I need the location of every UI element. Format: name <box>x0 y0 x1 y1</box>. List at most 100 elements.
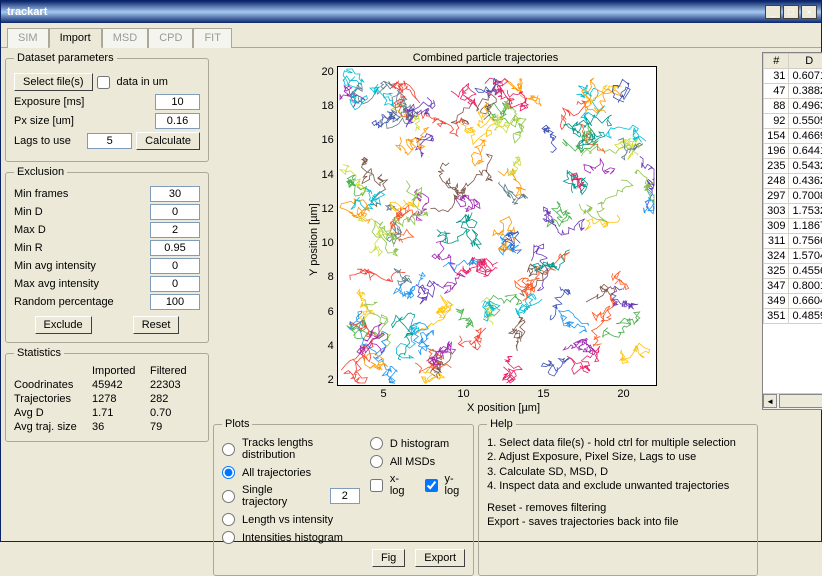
help-line-1: 1. Select data file(s) - hold ctrl for m… <box>487 436 749 450</box>
data-in-um-label: data in um <box>117 76 168 88</box>
exposure-input[interactable] <box>155 94 200 110</box>
help-line-6: Export - saves trajectories back into fi… <box>487 515 749 529</box>
tab-fit[interactable]: FIT <box>193 28 232 48</box>
radio-dhist[interactable] <box>370 437 383 450</box>
tab-sim[interactable]: SIM <box>7 28 49 48</box>
scroll-left-icon[interactable]: ◄ <box>763 394 777 408</box>
dataset-parameters: Dataset parameters Select file(s) data i… <box>5 52 209 162</box>
xlog-checkbox[interactable] <box>370 479 383 492</box>
excl-input-1[interactable] <box>150 204 200 220</box>
label-dhist: D histogram <box>390 438 449 450</box>
table-row[interactable]: 3490.66040.9985123 <box>764 294 822 309</box>
excl-label-6: Random percentage <box>14 296 146 308</box>
table-row[interactable]: 920.55050.9990123 <box>764 114 822 129</box>
scroll-thumb-h[interactable] <box>779 394 822 408</box>
ylog-checkbox[interactable] <box>425 479 438 492</box>
plot-area: Combined particle trajectories Y positio… <box>213 52 758 414</box>
table-row[interactable]: 3031.75320.974546 <box>764 204 822 219</box>
excl-input-3[interactable] <box>150 240 200 256</box>
label-length: Length vs intensity <box>242 514 333 526</box>
table-row[interactable]: 1540.46690.998161 <box>764 129 822 144</box>
help-line-3: 3. Calculate SD, MSD, D <box>487 465 749 479</box>
y-axis-label: Y position [µm] <box>308 66 320 414</box>
table-row[interactable]: 3110.75660.999940 <box>764 234 822 249</box>
reset-button[interactable]: Reset <box>133 316 180 334</box>
help-panel: Help 1. Select data file(s) - hold ctrl … <box>478 418 758 576</box>
x-ticks: 5101520 <box>344 388 664 400</box>
label-ylog: y-log <box>445 473 466 497</box>
excl-label-0: Min frames <box>14 188 146 200</box>
tab-msd[interactable]: MSD <box>102 28 148 48</box>
label-allmsd: All MSDs <box>390 456 435 468</box>
excl-label-4: Min avg intensity <box>14 260 146 272</box>
data-in-um-checkbox[interactable] <box>97 76 110 89</box>
minimize-button[interactable]: _ <box>765 5 781 19</box>
select-files-button[interactable]: Select file(s) <box>14 73 93 91</box>
table-row[interactable]: 3241.57041.000080 <box>764 249 822 264</box>
label-all-traj: All trajectories <box>242 467 311 479</box>
help-legend: Help <box>487 418 516 430</box>
app-window: trackart _ □ × SIM Import MSD CPD FIT Da… <box>0 0 822 542</box>
radio-tracks[interactable] <box>222 443 235 456</box>
table-row[interactable]: 3091.18670.995137 <box>764 219 822 234</box>
lags-input[interactable] <box>87 133 132 149</box>
close-button[interactable]: × <box>801 5 817 19</box>
radio-length[interactable] <box>222 513 235 526</box>
tab-bar: SIM Import MSD CPD FIT <box>1 23 821 48</box>
plots-legend: Plots <box>222 418 252 430</box>
excl-label-2: Max D <box>14 224 146 236</box>
label-tracks: Tracks lengths distribution <box>242 437 360 461</box>
help-line-5: Reset - removes filtering <box>487 501 749 515</box>
table-row[interactable]: 3250.45560.979990 <box>764 264 822 279</box>
export-button[interactable]: Export <box>415 549 465 567</box>
horizontal-scrollbar[interactable]: ◄ ► <box>763 393 822 409</box>
radio-single[interactable] <box>222 490 235 503</box>
excl-input-2[interactable] <box>150 222 200 238</box>
excl-input-5[interactable] <box>150 276 200 292</box>
tab-cpd[interactable]: CPD <box>148 28 193 48</box>
exposure-label: Exposure [ms] <box>14 96 151 108</box>
single-traj-input[interactable] <box>330 488 360 504</box>
trajectory-chart[interactable] <box>337 66 657 386</box>
statistics: Statistics ImportedFilteredCoodrinates45… <box>5 347 209 442</box>
table-row[interactable]: 3510.48590.9981105 <box>764 309 822 324</box>
table-row[interactable]: 880.49630.997246 <box>764 99 822 114</box>
y-ticks: 2018161412108642 <box>322 66 337 386</box>
table-row[interactable]: 1960.64410.995451 <box>764 144 822 159</box>
exclusion-legend: Exclusion <box>14 166 67 178</box>
lags-label: Lags to use <box>14 135 83 147</box>
label-single: Single trajectory <box>242 484 319 508</box>
excl-input-4[interactable] <box>150 258 200 274</box>
table-row[interactable]: 470.38820.995789 <box>764 84 822 99</box>
excl-label-3: Min R <box>14 242 146 254</box>
help-line-4: 4. Inspect data and exclude unwanted tra… <box>487 479 749 493</box>
plots-panel: Plots Tracks lengths distribution All tr… <box>213 418 474 576</box>
excl-label-5: Max avg intensity <box>14 278 146 290</box>
px-size-label: Px size [um] <box>14 115 151 127</box>
table-row[interactable]: 2970.70080.993447 <box>764 189 822 204</box>
dataset-legend: Dataset parameters <box>14 52 117 64</box>
fig-button[interactable]: Fig <box>372 549 405 567</box>
exclusion: Exclusion Min framesMin DMax DMin RMin a… <box>5 166 209 343</box>
radio-intens[interactable] <box>222 531 235 544</box>
excl-input-6[interactable] <box>150 294 200 310</box>
table-row[interactable]: 310.60710.982841 <box>764 69 822 84</box>
radio-all-traj[interactable] <box>222 466 235 479</box>
data-table[interactable]: #DR^2Length 310.60710.982841470.38820.99… <box>763 53 822 324</box>
px-size-input[interactable] <box>155 113 200 129</box>
titlebar: trackart _ □ × <box>1 1 821 23</box>
help-line-2: 2. Adjust Exposure, Pixel Size, Lags to … <box>487 450 749 464</box>
window-title: trackart <box>5 6 765 18</box>
exclude-button[interactable]: Exclude <box>35 316 92 334</box>
label-xlog: x-log <box>390 473 411 497</box>
radio-allmsd[interactable] <box>370 455 383 468</box>
data-table-wrap: #DR^2Length 310.60710.982841470.38820.99… <box>762 52 822 410</box>
tab-import[interactable]: Import <box>49 28 102 48</box>
maximize-button[interactable]: □ <box>783 5 799 19</box>
table-row[interactable]: 2480.43620.950547 <box>764 174 822 189</box>
x-axis-label: X position [µm] <box>344 402 664 414</box>
table-row[interactable]: 2350.54320.999142 <box>764 159 822 174</box>
table-row[interactable]: 3470.80010.988938 <box>764 279 822 294</box>
excl-input-0[interactable] <box>150 186 200 202</box>
calculate-button[interactable]: Calculate <box>136 132 200 150</box>
